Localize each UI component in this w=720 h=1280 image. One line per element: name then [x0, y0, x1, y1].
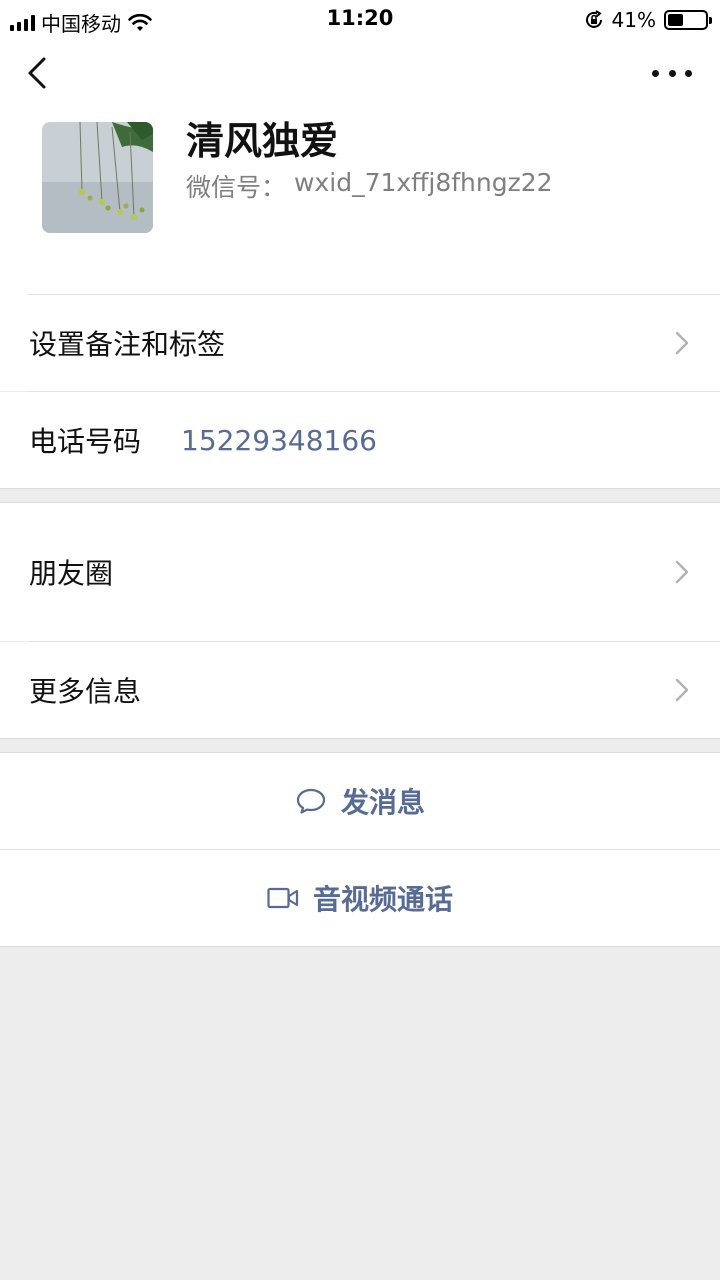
video-call-label: 音视频通话 [312, 883, 453, 916]
battery-fill [668, 14, 683, 26]
phone-cell: 电话号码 15229348166 [0, 392, 720, 488]
status-left: 中国移动 [10, 8, 153, 37]
orientation-lock-icon [585, 10, 602, 28]
battery-icon [664, 10, 712, 30]
carrier-name: 中国移动 [41, 12, 121, 36]
more-info-label: 更多信息 [29, 675, 142, 708]
video-camera-icon [267, 887, 299, 909]
battery-percent: 41% [611, 8, 656, 32]
chevron-right-icon [675, 560, 689, 584]
divider [0, 738, 720, 739]
wxid-row: 微信号： wxid_71xffj8fhngz22 [186, 168, 553, 204]
more-dots-icon[interactable] [652, 58, 692, 88]
chat-bubble-icon [296, 788, 326, 814]
divider [0, 946, 720, 947]
wxid-value: wxid_71xffj8fhngz22 [294, 168, 553, 197]
profile-header: 清风独爱 微信号： wxid_71xffj8fhngz22 [0, 40, 720, 295]
remark-tags-cell[interactable]: 设置备注和标签 [0, 295, 720, 391]
contact-nickname: 清风独爱 [186, 119, 339, 163]
avatar[interactable] [42, 122, 153, 233]
phone-number-link[interactable]: 15229348166 [181, 424, 377, 457]
more-info-cell[interactable]: 更多信息 [0, 642, 720, 738]
phone-label: 电话号码 [29, 425, 142, 458]
signal-icon [10, 14, 35, 31]
send-message-label: 发消息 [340, 786, 425, 819]
wifi-icon [128, 13, 152, 31]
avatar-image [42, 122, 153, 233]
back-arrow-icon[interactable] [24, 54, 60, 94]
moments-cell[interactable]: 朋友圈 [0, 503, 720, 641]
wxid-label: 微信号： [186, 173, 287, 202]
status-right: 41% [584, 8, 712, 32]
video-call-button[interactable]: 音视频通话 [0, 850, 720, 946]
chevron-right-icon [675, 678, 689, 702]
send-message-button[interactable]: 发消息 [0, 753, 720, 849]
chevron-right-icon [675, 331, 689, 355]
status-bar: 中国移动 11:20 41% [0, 0, 720, 40]
remark-tags-label: 设置备注和标签 [29, 328, 226, 361]
moments-label: 朋友圈 [29, 557, 114, 590]
divider [0, 488, 720, 489]
contact-profile-screen: 中国移动 11:20 41% 清风独爱 微信号： wxid_71xffj8fhn… [0, 0, 720, 1280]
